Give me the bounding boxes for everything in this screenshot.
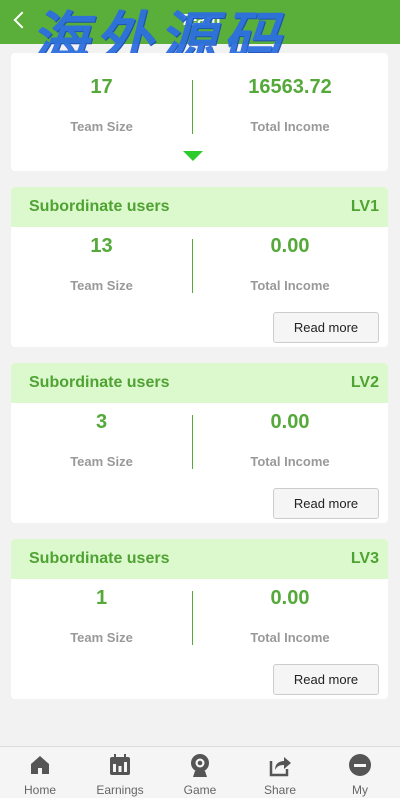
read-more-button[interactable]: Read more xyxy=(273,664,379,695)
divider xyxy=(192,80,193,134)
app-header: Team 海外源码 xyxy=(0,0,400,73)
divider xyxy=(192,591,193,645)
team-size-label: Team Size xyxy=(70,278,133,293)
tab-my[interactable]: My xyxy=(320,747,400,798)
level-title: Subordinate users xyxy=(29,550,170,567)
total-income-label: Total Income xyxy=(250,278,330,293)
tab-game[interactable]: Game xyxy=(160,747,240,798)
team-size-value: 3 xyxy=(95,411,108,433)
bottom-tab-bar: Home Earnings Game Share My xyxy=(0,746,400,798)
level-code: LV1 xyxy=(350,198,379,215)
share-icon xyxy=(269,757,291,777)
level-header: Subordinate users LV3 xyxy=(11,539,388,579)
level-header: Subordinate users LV1 xyxy=(11,187,388,227)
tab-label: Game xyxy=(183,783,217,797)
total-income-label: Total Income xyxy=(250,454,330,469)
tab-share[interactable]: Share xyxy=(240,747,320,798)
team-size-label: Team Size xyxy=(70,630,133,645)
total-income-value: 0.00 xyxy=(270,235,310,257)
team-size-value: 13 xyxy=(90,235,113,257)
read-more-button[interactable]: Read more xyxy=(273,312,379,343)
home-icon xyxy=(31,756,49,774)
team-summary-card: 17 Team Size 16563.72 Total Income xyxy=(11,53,388,171)
total-income-label: Total Income xyxy=(250,630,330,645)
tab-label: Home xyxy=(23,783,56,797)
tab-label: Share xyxy=(263,783,297,797)
level-title: Subordinate users xyxy=(29,198,170,215)
calendar-icon xyxy=(110,754,130,775)
team-size-value: 1 xyxy=(95,587,108,609)
level-card: Subordinate users LV1 13 Team Size 0.00 … xyxy=(11,187,388,347)
webcam-icon xyxy=(191,754,209,777)
team-size-label: Team Size xyxy=(70,119,133,134)
level-code: LV2 xyxy=(350,374,379,391)
expand-arrow-icon[interactable] xyxy=(183,151,203,161)
tab-label: My xyxy=(352,783,368,797)
total-income-value: 0.00 xyxy=(270,587,310,609)
total-income-value: 0.00 xyxy=(270,411,310,433)
read-more-button[interactable]: Read more xyxy=(273,488,379,519)
level-title: Subordinate users xyxy=(29,374,170,391)
level-header: Subordinate users LV2 xyxy=(11,363,388,403)
total-income-value: 16563.72 xyxy=(248,76,332,98)
tab-label: Earnings xyxy=(96,783,144,797)
divider xyxy=(192,415,193,469)
tab-home[interactable]: Home xyxy=(0,747,80,798)
team-size-label: Team Size xyxy=(70,454,133,469)
level-card: Subordinate users LV3 1 Team Size 0.00 T… xyxy=(11,539,388,699)
total-income-label: Total Income xyxy=(250,119,330,134)
user-icon xyxy=(349,754,371,776)
divider xyxy=(192,239,193,293)
team-size-stat: 17 Team Size xyxy=(11,76,192,134)
total-income-stat: 16563.72 Total Income xyxy=(192,76,388,134)
level-code: LV3 xyxy=(350,550,379,567)
level-card: Subordinate users LV2 3 Team Size 0.00 T… xyxy=(11,363,388,523)
tab-earnings[interactable]: Earnings xyxy=(80,747,160,798)
team-size-value: 17 xyxy=(90,76,113,98)
